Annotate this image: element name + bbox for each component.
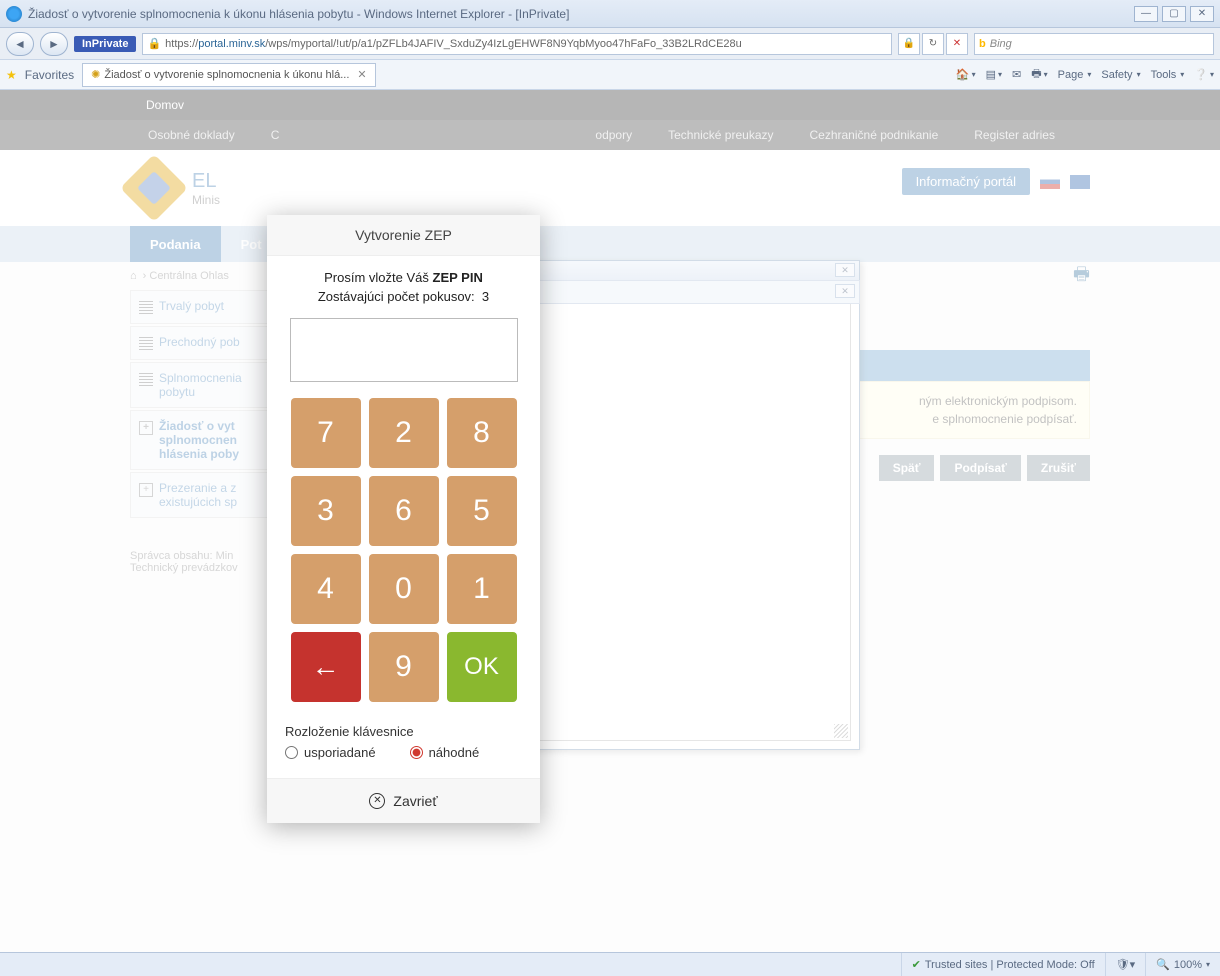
keypad-backspace[interactable]: ← <box>291 632 361 702</box>
keypad-key[interactable]: 8 <box>447 398 517 468</box>
page-menu[interactable]: Page <box>1058 69 1092 81</box>
pin-keypad: 7 2 8 3 6 5 4 0 1 ← 9 OK <box>285 398 522 702</box>
keypad-key[interactable]: 6 <box>369 476 439 546</box>
safety-menu[interactable]: Safety <box>1101 69 1140 81</box>
keypad-ok[interactable]: OK <box>447 632 517 702</box>
bing-icon: b <box>979 38 986 50</box>
status-trusted: ✔ Trusted sites | Protected Mode: Off <box>901 953 1105 976</box>
modal-backdrop <box>0 90 1220 976</box>
home-icon[interactable]: 🏠▾ <box>956 68 976 81</box>
zep-pin-dialog: Vytvorenie ZEP Prosím vložte Váš ZEP PIN… <box>267 215 540 823</box>
keypad-key[interactable]: 3 <box>291 476 361 546</box>
back-button[interactable]: ◄ <box>6 32 34 56</box>
pin-display[interactable] <box>290 318 518 382</box>
lock-icon: 🔒 <box>147 37 161 50</box>
check-icon: ✔ <box>912 958 921 971</box>
favorites-label[interactable]: Favorites <box>25 68 74 82</box>
inprivate-badge: InPrivate <box>74 36 136 52</box>
layout-random-radio[interactable]: náhodné <box>410 745 480 760</box>
ssl-lock-icon[interactable]: 🔒 <box>898 33 920 55</box>
status-security-icon[interactable]: 🛡▾ <box>1105 953 1146 976</box>
search-box[interactable]: b Bing <box>974 33 1214 55</box>
refresh-button[interactable]: ↻ <box>922 33 944 55</box>
close-icon: ✕ <box>369 793 385 809</box>
status-bar: ✔ Trusted sites | Protected Mode: Off 🛡▾… <box>0 952 1220 976</box>
keypad-key[interactable]: 0 <box>369 554 439 624</box>
feeds-icon[interactable]: ▤▾ <box>986 68 1002 81</box>
layout-ordered-radio[interactable]: usporiadané <box>285 745 376 760</box>
print-icon[interactable]: 🖶▾ <box>1031 65 1047 84</box>
browser-nav-bar: ◄ ► InPrivate 🔒 https://portal.minv.sk/w… <box>0 28 1220 60</box>
tab-close-icon[interactable]: ✕ <box>357 68 366 81</box>
keypad-key[interactable]: 9 <box>369 632 439 702</box>
keypad-key[interactable]: 5 <box>447 476 517 546</box>
stop-button[interactable]: ✕ <box>946 33 968 55</box>
ie-icon <box>6 6 22 22</box>
maximize-button[interactable]: ▢ <box>1162 6 1186 22</box>
address-bar[interactable]: 🔒 https://portal.minv.sk/wps/myportal/!u… <box>142 33 892 55</box>
keypad-key[interactable]: 1 <box>447 554 517 624</box>
window-title: Žiadosť o vytvorenie splnomocnenia k úko… <box>28 7 569 21</box>
pin-attempts: Zostávajúci počet pokusov: 3 <box>285 289 522 304</box>
window-titlebar: Žiadosť o vytvorenie splnomocnenia k úko… <box>0 0 1220 28</box>
close-window-button[interactable]: ✕ <box>1190 6 1214 22</box>
minimize-button[interactable]: — <box>1134 6 1158 22</box>
favorites-star-icon[interactable]: ★ <box>6 68 17 82</box>
zoom-icon: 🔍 <box>1156 958 1170 971</box>
browser-tab[interactable]: ✺ Žiadosť o vytvorenie splnomocnenia k ú… <box>82 63 375 87</box>
help-icon[interactable]: ❔▾ <box>1194 68 1214 81</box>
keyboard-layout-label: Rozloženie klávesnice <box>285 724 522 739</box>
pin-prompt: Prosím vložte Váš ZEP PIN <box>285 270 522 285</box>
dialog-title: Vytvorenie ZEP <box>267 215 540 256</box>
page-viewport: Domov Osobné doklady C odpory Technické … <box>0 90 1220 976</box>
keypad-key[interactable]: 4 <box>291 554 361 624</box>
tools-menu[interactable]: Tools <box>1151 69 1185 81</box>
tab-favicon: ✺ <box>91 68 100 81</box>
status-zoom[interactable]: 🔍 100% ▾ <box>1145 953 1220 976</box>
forward-button[interactable]: ► <box>40 32 68 56</box>
keypad-key[interactable]: 7 <box>291 398 361 468</box>
keypad-key[interactable]: 2 <box>369 398 439 468</box>
dialog-close-button[interactable]: ✕ Zavrieť <box>267 778 540 823</box>
mail-icon[interactable]: ✉ <box>1012 68 1021 81</box>
favorites-bar: ★ Favorites ✺ Žiadosť o vytvorenie splno… <box>0 60 1220 90</box>
